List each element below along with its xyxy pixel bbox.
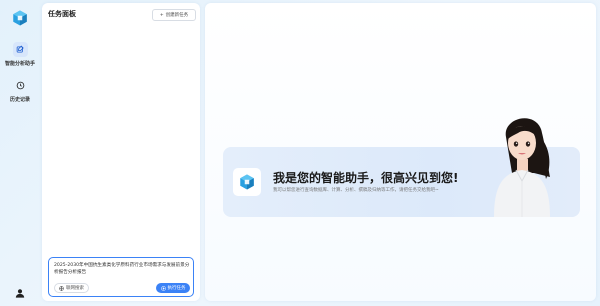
sidebar-item-assistant[interactable]: 智能分析助手 xyxy=(2,42,38,67)
panel-title: 任务面板 xyxy=(48,10,76,18)
plus-icon: + xyxy=(159,12,164,18)
play-circle-icon xyxy=(160,285,166,291)
globe-icon xyxy=(59,285,64,291)
sidebar-item-history[interactable]: 历史记录 xyxy=(2,78,38,103)
assistant-logo xyxy=(233,168,261,196)
app-logo-icon xyxy=(240,174,254,190)
history-icon xyxy=(13,78,28,93)
task-panel: 任务面板 + 创建新任务 2025-2030年中国抗生素类化学原料药行业市场需求… xyxy=(42,3,200,301)
new-task-label: 创建新任务 xyxy=(165,13,189,18)
run-task-label: 执行任务 xyxy=(167,286,186,291)
task-input[interactable]: 2025-2030年中国抗生素类化学原料药行业市场需求与发展前景分析报告分析报告 xyxy=(54,262,190,276)
web-search-label: 联网搜索 xyxy=(66,286,84,291)
chat-edit-icon xyxy=(12,42,28,57)
welcome-title: 我是您的智能助手，很高兴见到您! xyxy=(273,171,459,185)
main-area: 我是您的智能助手，很高兴见到您! 我可以帮您进行查询数据库、计算、分析、撰稿及归… xyxy=(205,3,596,301)
run-task-button[interactable]: 执行任务 xyxy=(156,283,190,293)
user-icon[interactable] xyxy=(15,288,25,298)
sidebar-item-label: 智能分析助手 xyxy=(4,61,35,67)
left-rail: 智能分析助手 历史记录 xyxy=(0,0,40,306)
welcome-subtitle: 我可以帮您进行查询数据库、计算、分析、撰稿及归纳等工作，请把任务交给我吧~ xyxy=(273,188,439,193)
assistant-avatar-illustration xyxy=(494,118,550,217)
task-input-card[interactable]: 2025-2030年中国抗生素类化学原料药行业市场需求与发展前景分析报告分析报告… xyxy=(48,257,194,297)
sidebar-item-label: 历史记录 xyxy=(9,97,30,103)
app-logo-icon[interactable] xyxy=(11,9,29,27)
web-search-button[interactable]: 联网搜索 xyxy=(54,283,89,293)
new-task-button[interactable]: + 创建新任务 xyxy=(152,9,196,21)
